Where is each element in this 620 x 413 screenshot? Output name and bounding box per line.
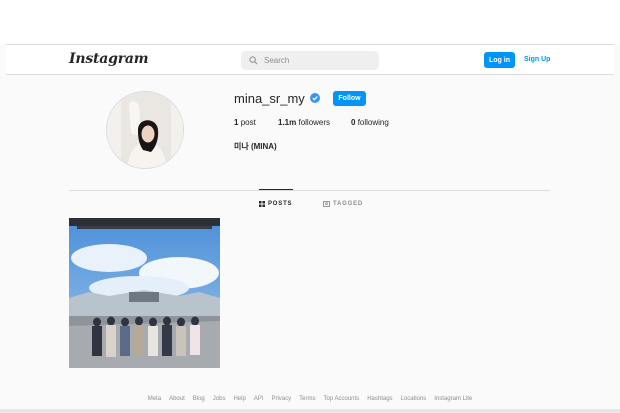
- search-input[interactable]: [264, 56, 374, 65]
- footer-link-jobs[interactable]: Jobs: [213, 396, 226, 402]
- posts-label: post: [240, 118, 256, 127]
- following-label: following: [357, 118, 389, 127]
- posts-count: 1: [234, 118, 239, 127]
- search-icon: [249, 56, 258, 65]
- stat-posts: 1 post: [234, 118, 256, 127]
- profile-username: mina_sr_my: [234, 91, 305, 106]
- following-count: 0: [351, 118, 356, 127]
- profile-avatar[interactable]: [106, 91, 184, 169]
- avatar-photo: [107, 92, 183, 168]
- tab-posts[interactable]: POSTS: [259, 201, 292, 207]
- grid-icon: [259, 201, 265, 207]
- post-photo: [69, 218, 220, 368]
- footer-link-blog[interactable]: Blog: [193, 396, 205, 402]
- stat-following[interactable]: 0 following: [351, 118, 389, 127]
- footer-link-hashtags[interactable]: Hashtags: [367, 396, 392, 402]
- tab-posts-label: POSTS: [268, 201, 293, 207]
- footer-link-terms[interactable]: Terms: [299, 396, 315, 402]
- tab-tagged-label: TAGGED: [333, 201, 364, 207]
- tag-icon: [323, 201, 330, 207]
- post-thumbnail[interactable]: [69, 218, 220, 368]
- footer-link-instagram-lite[interactable]: Instagram Lite: [434, 396, 472, 402]
- follow-button[interactable]: Follow: [333, 91, 366, 106]
- followers-label: followers: [298, 118, 331, 127]
- login-button[interactable]: Log in: [484, 52, 515, 68]
- footer-link-top-accounts[interactable]: Top Accounts: [323, 396, 359, 402]
- stat-followers[interactable]: 1.1m followers: [278, 118, 330, 127]
- verified-badge-icon: [310, 93, 320, 103]
- footer-links: Meta About Blog Jobs Help API Privacy Te…: [0, 396, 620, 402]
- followers-count: 1.1m: [278, 118, 297, 127]
- footer-link-help[interactable]: Help: [233, 396, 245, 402]
- footer-link-meta[interactable]: Meta: [148, 396, 161, 402]
- footer-link-about[interactable]: About: [169, 396, 185, 402]
- footer-link-api[interactable]: API: [254, 396, 264, 402]
- browser-blank-area: [0, 0, 620, 44]
- signup-link[interactable]: Sign Up: [524, 56, 550, 63]
- footer-link-locations[interactable]: Locations: [401, 396, 427, 402]
- window-bottom-edge: [0, 409, 620, 413]
- active-tab-indicator: [259, 189, 293, 190]
- tabs-divider: [69, 190, 550, 191]
- search-box[interactable]: [241, 51, 379, 70]
- instagram-logo[interactable]: Instagram: [69, 51, 149, 67]
- top-nav: Instagram Log in Sign Up: [6, 44, 614, 75]
- profile-full-name: 미나 (MINA): [234, 142, 277, 151]
- tab-tagged[interactable]: TAGGED: [323, 201, 363, 207]
- footer-link-privacy[interactable]: Privacy: [271, 396, 291, 402]
